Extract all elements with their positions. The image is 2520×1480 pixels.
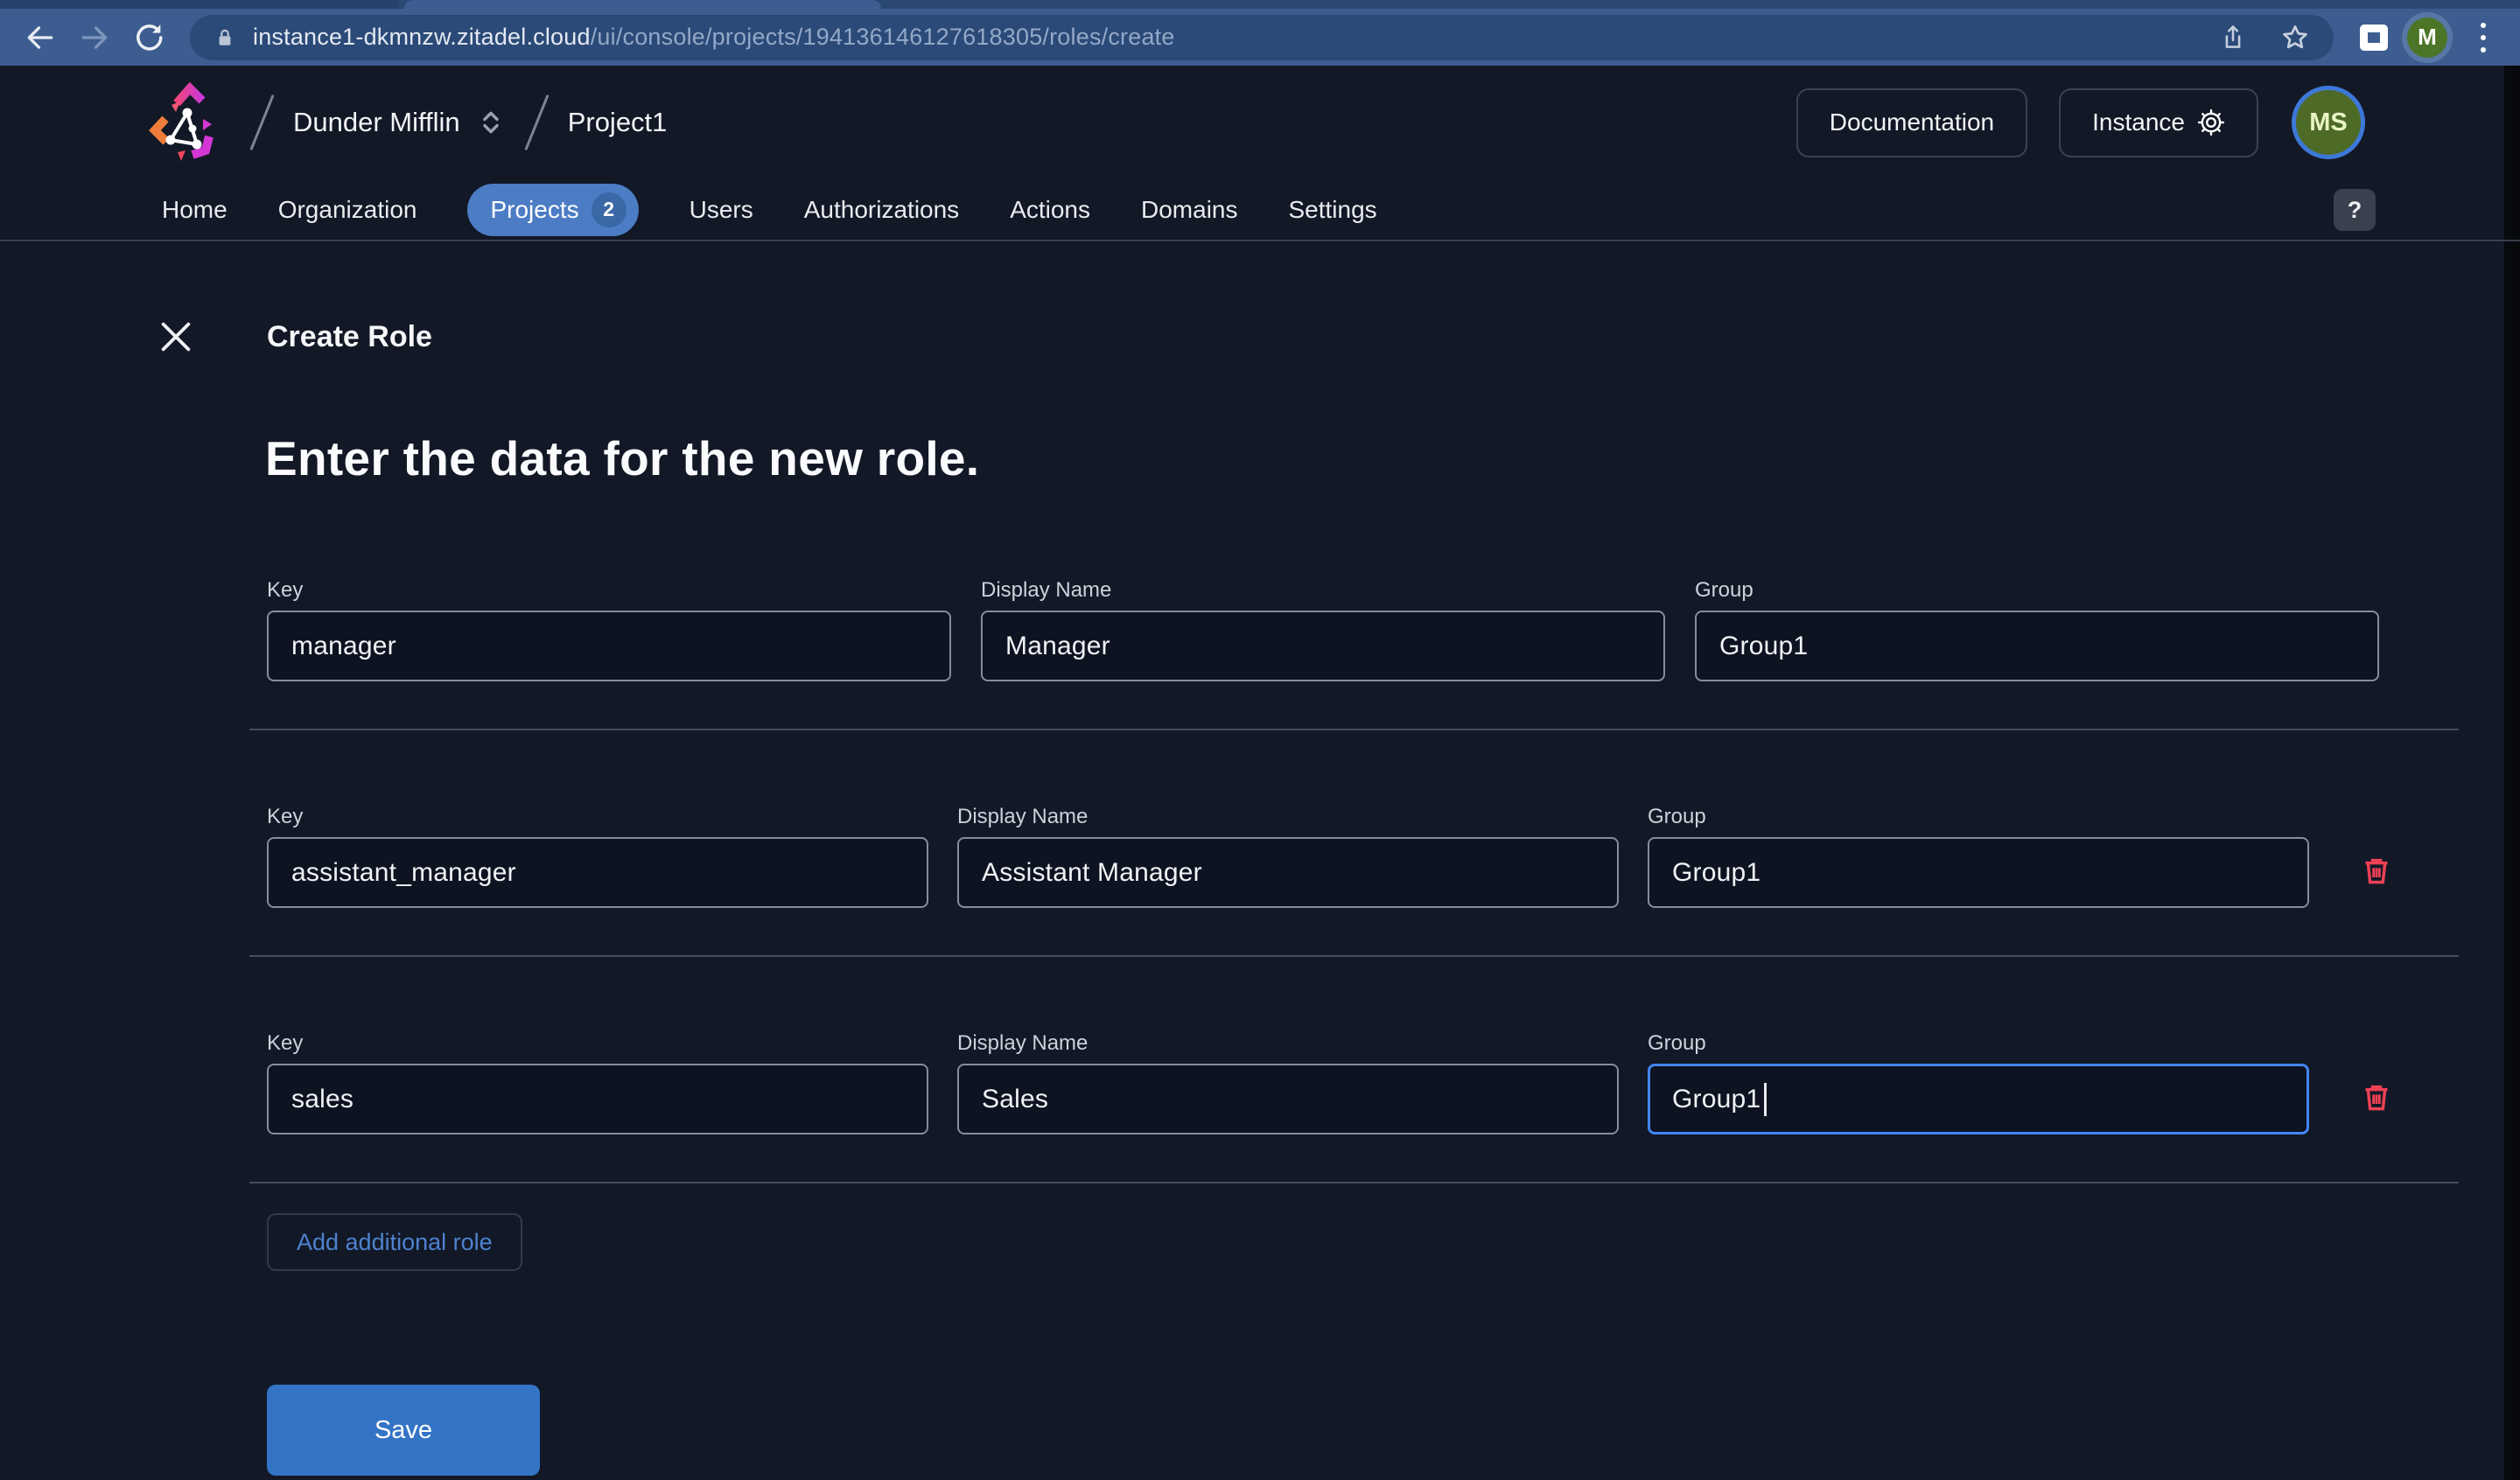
group-label: Group bbox=[1695, 578, 1754, 602]
display-name-field: Display Name Sales bbox=[957, 1031, 1619, 1134]
role-row: Key assistant_manager Display Name Assistan… bbox=[267, 805, 2394, 908]
group-field: Group Group1 bbox=[1695, 578, 2379, 681]
key-label: Key bbox=[267, 578, 304, 602]
role-row: Key manager Display Name Manager Group Group1 bbox=[267, 578, 2379, 681]
input-value: sales bbox=[291, 1084, 354, 1113]
save-button[interactable]: Save bbox=[267, 1385, 540, 1476]
input-value: Group1 bbox=[1672, 857, 1761, 887]
key-field: Key manager bbox=[267, 578, 951, 681]
screen: instance1-dkmnzw.zitadel.cloud/ui/consol… bbox=[0, 0, 2520, 1480]
display-name-input[interactable]: Sales bbox=[957, 1064, 1619, 1134]
display-name-label: Display Name bbox=[981, 578, 1112, 602]
group-label: Group bbox=[1648, 1031, 1706, 1055]
display-name-input[interactable]: Manager bbox=[981, 611, 1665, 681]
input-value: Manager bbox=[1005, 631, 1110, 660]
text-caret bbox=[1764, 1082, 1768, 1116]
divider bbox=[249, 955, 2459, 957]
group-field: Group Group1 bbox=[1648, 1031, 2309, 1134]
display-name-label: Display Name bbox=[957, 1031, 1088, 1055]
key-field: Key assistant_manager bbox=[267, 805, 928, 908]
input-value: Sales bbox=[982, 1084, 1049, 1113]
group-input[interactable]: Group1 bbox=[1648, 1064, 2309, 1134]
display-name-label: Display Name bbox=[957, 805, 1088, 828]
group-input[interactable]: Group1 bbox=[1695, 611, 2379, 681]
group-field: Group Group1 bbox=[1648, 805, 2309, 908]
divider bbox=[249, 729, 2459, 730]
display-name-field: Display Name Assistant Manager bbox=[957, 805, 1619, 908]
group-input[interactable]: Group1 bbox=[1648, 837, 2309, 908]
input-value: manager bbox=[291, 631, 396, 660]
role-row: Key sales Display Name Sales Group Group1 bbox=[267, 1031, 2394, 1134]
input-value: Group1 bbox=[1719, 631, 1809, 660]
key-input[interactable]: assistant_manager bbox=[267, 837, 928, 908]
display-name-input[interactable]: Assistant Manager bbox=[957, 837, 1619, 908]
key-label: Key bbox=[267, 1031, 304, 1055]
key-label: Key bbox=[267, 805, 304, 828]
key-field: Key sales bbox=[267, 1031, 928, 1134]
group-label: Group bbox=[1648, 805, 1706, 828]
delete-role-button[interactable] bbox=[2359, 852, 2394, 889]
display-name-field: Display Name Manager bbox=[981, 578, 1665, 681]
input-value: Group1 bbox=[1672, 1084, 1761, 1113]
divider bbox=[249, 1182, 2459, 1183]
add-role-button[interactable]: Add additional role bbox=[267, 1213, 522, 1271]
key-input[interactable]: manager bbox=[267, 611, 951, 681]
key-input[interactable]: sales bbox=[267, 1064, 928, 1134]
delete-role-button[interactable] bbox=[2359, 1079, 2394, 1115]
input-value: assistant_manager bbox=[291, 857, 516, 887]
input-value: Assistant Manager bbox=[982, 857, 1202, 887]
